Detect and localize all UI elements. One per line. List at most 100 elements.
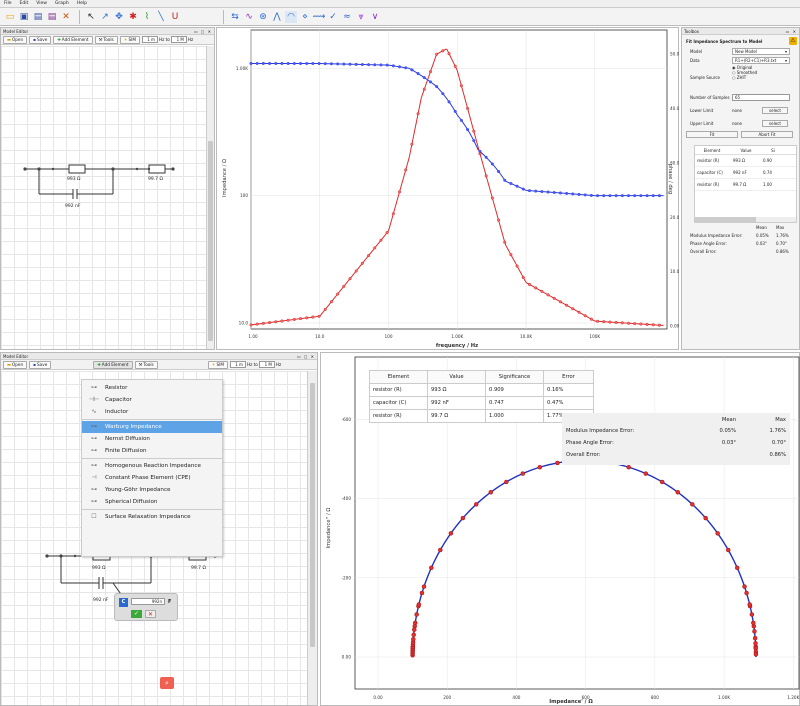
sim-from-field-bottom[interactable]: 1 m [229,361,246,368]
samples-field[interactable]: 65 [732,94,790,101]
sim-button-bottom[interactable]: ☀ SIM [207,360,228,369]
peak-icon[interactable]: ⋀ [271,11,283,23]
impedance-point [472,139,476,143]
delete-icon[interactable]: ✕ [60,11,72,23]
toolbox-controls[interactable]: ▭ ✕ [786,28,797,35]
menu-item-resistor[interactable]: ⊶ Resistor [82,382,222,394]
nyquist-y-tick: -600 [341,417,351,422]
zoom-tool-icon[interactable]: ↗ [99,11,111,23]
phase-point [317,314,321,318]
sim-to-field-bottom[interactable]: 1 M [258,361,275,368]
toolbox-subtitle: Fit Impedance Spectrum to Model [686,39,763,44]
tb-cell: 99.7 Ω [733,182,747,187]
v-icon[interactable]: ∨ [369,11,381,23]
zoom-fit-icon[interactable]: ⌕ [160,677,174,689]
compare-icon[interactable]: ⟿ [313,11,326,23]
sim-to-field[interactable]: 1 M [170,36,187,43]
phase-icon[interactable]: ⋄ [299,11,311,23]
menu-item-constant-phase-element-cpe-[interactable]: ⊣ Constant Phase Element (CPE) [82,472,222,484]
confirm-icon[interactable]: ✓ [131,610,142,618]
tools-button-bottom[interactable]: ⚒ Tools [134,360,158,369]
tb-error-max: 0.70° [776,241,787,246]
line-tool-icon[interactable]: ╲ [155,11,167,23]
select-tool-icon[interactable]: ↖ [85,11,97,23]
model-editor-bottom-scrollbar[interactable] [307,371,317,705]
phase-point [422,87,426,91]
cancel-icon[interactable]: ✕ [145,610,156,618]
table-row: capacitor (C) 992 nF 0.747 0.47% [369,396,594,410]
tb-error-row: Phase Angle Error: 0.03° 0.70° [690,240,795,248]
impedance-point [596,194,600,198]
circuit-canvas-top[interactable]: 993 Ω 99.7 Ω 992 nF [1,46,206,349]
nyquist-point [488,489,494,495]
menu-item-finite-diffusion[interactable]: ⊶ Finite Diffusion [82,445,222,457]
smooth-tool-icon[interactable]: ⌇ [141,11,153,23]
impedance-point [379,63,383,67]
menu-item-inductor[interactable]: ∿ Inductor [82,406,222,418]
bode-plot-icon[interactable]: ∿ [243,11,255,23]
pan-tool-icon[interactable]: ✥ [113,11,125,23]
data-dropdown[interactable]: R1+(R2+C1)+R3.txt [732,57,790,64]
nyquist-point [643,471,649,476]
menu-item-homogenous-reaction-impedance[interactable]: ⊶ Homogenous Reaction Impedance [82,460,222,472]
save-all-icon[interactable]: ▤ [46,11,58,23]
phase-point [367,254,371,258]
error-summary: Mean Max Modulus Impedance Error: 0.05% 1.7… [562,413,790,465]
multi-v-icon[interactable]: ⩔ [355,11,367,23]
open-button-bottom[interactable]: ▬ Open [3,360,28,369]
abort-fit-button[interactable]: Abort Fit [741,131,793,138]
toolbox-close-icon[interactable]: ⚠ [789,37,797,45]
panel-controls-bottom[interactable]: ▭ ◻ ✕ [297,353,315,360]
tools-button[interactable]: ⚒ Tools [94,35,118,44]
menu-file[interactable]: File [0,0,16,8]
sim-button[interactable]: ☀ SIM [119,35,140,44]
new-file-icon[interactable]: ▭ [4,11,16,23]
menu-view[interactable]: View [32,0,51,8]
bulb-icon: ☀ [211,362,216,367]
check-icon[interactable]: ✓ [327,11,339,23]
menu-item-surface-relaxation-impedance[interactable]: ☐ Surface Relaxation Impedance [82,511,222,523]
model-editor-top-scrollbar[interactable] [206,46,214,349]
impedance-point [317,62,321,66]
nyquist-x-tick: 200 [443,695,451,700]
bode-plot[interactable]: 1.00 10.0 100 1.00K 10.0K 100K 10.0 100 1.00K 0.0… [217,28,680,351]
simulate-icon[interactable]: ⊛ [257,11,269,23]
marker-icon[interactable]: ≈ [341,11,353,23]
save-button-bottom[interactable]: ▪ Save [29,360,52,369]
toolbox-table-scrollbar[interactable] [695,217,796,222]
sim-from-field[interactable]: 1 m [141,36,158,43]
menu-item-capacitor[interactable]: ⊣⊢ Capacitor [82,394,222,406]
open-file-icon[interactable]: ▣ [18,11,30,23]
menu-item-spherical-diffusion[interactable]: ⊶ Spherical Diffusion [82,496,222,508]
nyquist-point [537,464,543,470]
magnet-icon[interactable]: Ս [169,11,181,23]
menu-help[interactable]: Help [73,0,91,8]
bode-x-tick: 1.00K [451,334,463,339]
save-button[interactable]: ▪ Save [29,35,52,44]
add-element-button[interactable]: ✚ Add Element [53,35,93,44]
menu-graph[interactable]: Graph [51,0,73,8]
panel-controls[interactable]: ▭ ◻ ✕ [194,28,212,35]
fit-tool-icon[interactable]: ⇆ [229,11,241,23]
nyquist-x-tick: 400 [512,695,520,700]
nyquist-plot-icon[interactable]: ◠ [285,10,297,23]
menu-item-young-g-hr-impedance[interactable]: ⊶ Young-Göhr Impedance [82,484,222,496]
lower-select-button[interactable]: select [762,107,788,114]
model-dropdown[interactable]: New Model [732,48,790,55]
menu-item-nernst-diffusion[interactable]: ⊶ Nernst Diffusion [82,433,222,445]
radio-zhit[interactable]: ○ ZHIT [732,75,757,80]
save-file-icon[interactable]: ▤ [32,11,44,23]
add-element-button-bottom[interactable]: ✚ Add Element [93,360,133,369]
capacitance-field[interactable]: 992n [131,598,165,605]
nyquist-y-tick: -200 [341,575,351,580]
menu-edit[interactable]: Edit [16,0,33,8]
phase-point [373,246,377,250]
fit-cell: 1.000 [485,409,544,423]
table-row: resistor (R) 993 Ω 0.909 0.16% [369,383,594,397]
fit-button[interactable]: Fit [686,131,738,138]
upper-select-button[interactable]: select [762,120,788,127]
menu-item-warburg-impedance[interactable]: ⊶ Warburg Impedance [82,421,222,433]
bode-y2-axis-label: -phase / deg [667,162,673,194]
open-button[interactable]: ▬ Open [3,35,28,44]
mark-tool-icon[interactable]: ✱ [127,11,139,23]
